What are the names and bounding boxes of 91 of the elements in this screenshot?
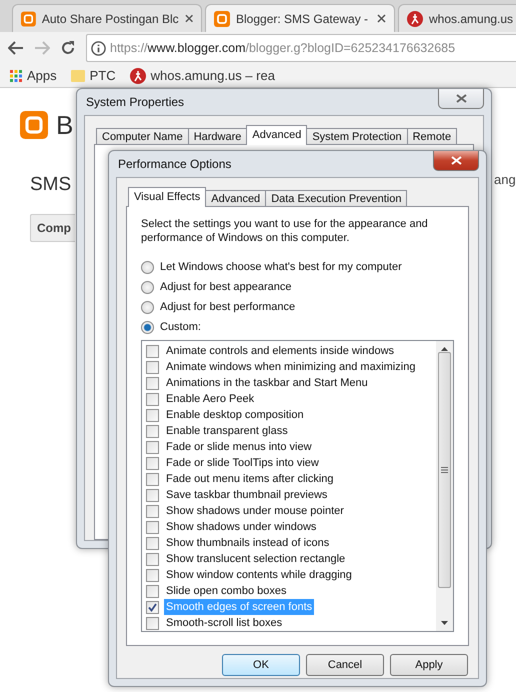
radio-label: Let Windows choose what's best for my computer <box>160 261 402 273</box>
list-item[interactable]: Enable desktop composition <box>164 407 306 423</box>
scroll-thumb[interactable] <box>438 352 451 588</box>
blogger-favicon-icon <box>214 10 230 26</box>
info-icon <box>91 40 106 56</box>
radio-label: Custom: <box>160 321 201 333</box>
walking-figure-icon <box>130 68 146 84</box>
browser-tab[interactable]: Auto Share Postingan Blc <box>12 4 202 32</box>
radio-label: Adjust for best appearance <box>160 281 292 293</box>
close-button[interactable] <box>438 89 484 109</box>
bookmark[interactable]: Apps <box>10 68 57 83</box>
checkbox[interactable] <box>146 360 159 374</box>
checkbox[interactable] <box>146 616 159 630</box>
dialog-tab[interactable]: Hardware <box>188 128 248 145</box>
checkbox[interactable] <box>146 440 159 454</box>
blogger-logo-icon <box>20 111 48 139</box>
dialog-button[interactable]: Cancel <box>306 654 384 676</box>
list-item[interactable]: Enable Aero Peek <box>164 391 256 407</box>
bookmark[interactable]: whos.amung.us – rea <box>130 68 275 84</box>
bookmark[interactable]: PTC <box>70 68 116 83</box>
folder-icon <box>70 70 85 82</box>
list-item[interactable]: Show shadows under windows <box>164 519 318 535</box>
dialog-button[interactable]: Apply <box>390 654 468 676</box>
checkbox[interactable] <box>146 552 159 566</box>
close-icon[interactable] <box>377 14 386 23</box>
checkbox[interactable] <box>146 568 159 582</box>
checkbox[interactable] <box>146 344 159 358</box>
list-item[interactable]: Animate controls and elements inside windows <box>164 343 396 359</box>
checkbox[interactable] <box>146 504 159 518</box>
radio-button[interactable] <box>141 320 154 334</box>
compose-button[interactable]: Comp <box>30 214 75 242</box>
checkbox[interactable] <box>146 456 159 470</box>
radio-button[interactable] <box>141 260 154 274</box>
browser-tab[interactable]: whos.amung.us <box>398 4 516 32</box>
forward-arrow-icon[interactable] <box>34 41 50 55</box>
list-item[interactable]: Slide open combo boxes <box>164 583 288 599</box>
check-mark-icon <box>148 602 157 612</box>
page-heading: SMS <box>29 174 72 196</box>
list-item[interactable]: Animations in the taskbar and Start Menu <box>164 375 370 391</box>
radio-button[interactable] <box>141 300 154 314</box>
dialog-tab[interactable]: Computer Name <box>96 128 189 145</box>
close-icon[interactable] <box>184 14 193 23</box>
checkbox[interactable] <box>146 536 159 550</box>
checkbox[interactable] <box>146 472 159 486</box>
list-item[interactable]: Show thumbnails instead of icons <box>164 535 332 551</box>
dialog-tab[interactable]: Advanced <box>246 125 308 145</box>
address-bar[interactable]: https://www.blogger.com/blogger.g?blogID=625234176632685 <box>86 34 516 62</box>
checkbox[interactable] <box>146 408 159 422</box>
checkbox[interactable] <box>146 600 159 614</box>
scrollbar[interactable] <box>436 341 453 631</box>
list-item[interactable]: Smooth-scroll list boxes <box>164 615 284 631</box>
scroll-down-icon[interactable] <box>441 621 448 625</box>
list-item[interactable]: Fade or slide ToolTips into view <box>164 455 321 471</box>
checkbox[interactable] <box>146 488 159 502</box>
walking-figure-icon <box>407 10 423 26</box>
radio-label: Adjust for best performance <box>160 301 296 313</box>
dialog-tab[interactable]: System Protection <box>306 128 408 145</box>
dialog-tab[interactable]: Data Execution Prevention <box>265 190 408 207</box>
page-text: ang <box>494 172 516 187</box>
checkbox[interactable] <box>146 376 159 390</box>
window-title: System Properties <box>85 95 184 109</box>
radio-button[interactable] <box>141 280 154 294</box>
url-text: https://www.blogger.com/blogger.g?blogID=625234176632685 <box>110 41 456 55</box>
reload-icon[interactable] <box>60 40 76 56</box>
dialog-button[interactable]: OK <box>222 654 300 676</box>
window-title: Performance Options <box>117 157 232 171</box>
dialog-tab[interactable]: Visual Effects <box>128 187 206 207</box>
checkbox[interactable] <box>146 584 159 598</box>
close-icon <box>456 94 466 103</box>
close-button[interactable] <box>433 151 479 171</box>
list-item[interactable]: Enable transparent glass <box>164 423 290 439</box>
logo-text: B <box>56 110 74 140</box>
list-item[interactable]: Animate windows when minimizing and maximizing <box>164 359 418 375</box>
grip-icon <box>441 467 448 473</box>
list-item[interactable]: Save taskbar thumbnail previews <box>164 487 330 503</box>
close-icon <box>450 156 462 165</box>
checkbox[interactable] <box>146 520 159 534</box>
checkbox[interactable] <box>146 424 159 438</box>
blogger-favicon-icon <box>21 10 36 26</box>
dialog-tab[interactable]: Advanced <box>205 190 266 207</box>
list-item[interactable]: Fade out menu items after clicking <box>164 471 336 487</box>
list-item[interactable]: Fade or slide menus into view <box>164 439 314 455</box>
browser-tab[interactable]: Blogger: SMS Gateway - <box>205 4 395 32</box>
checkbox[interactable] <box>146 392 159 406</box>
description-text: Select the settings you want to use for the appearance and performance of Windows on this computer. <box>141 217 429 245</box>
dialog-tab[interactable]: Remote <box>406 128 458 145</box>
list-item[interactable]: Show shadows under mouse pointer <box>164 503 346 519</box>
apps-grid-icon <box>10 70 22 82</box>
list-item[interactable]: Show window contents while dragging <box>164 567 354 583</box>
back-arrow-icon[interactable] <box>8 41 24 55</box>
list-item[interactable]: Show translucent selection rectangle <box>164 551 348 567</box>
